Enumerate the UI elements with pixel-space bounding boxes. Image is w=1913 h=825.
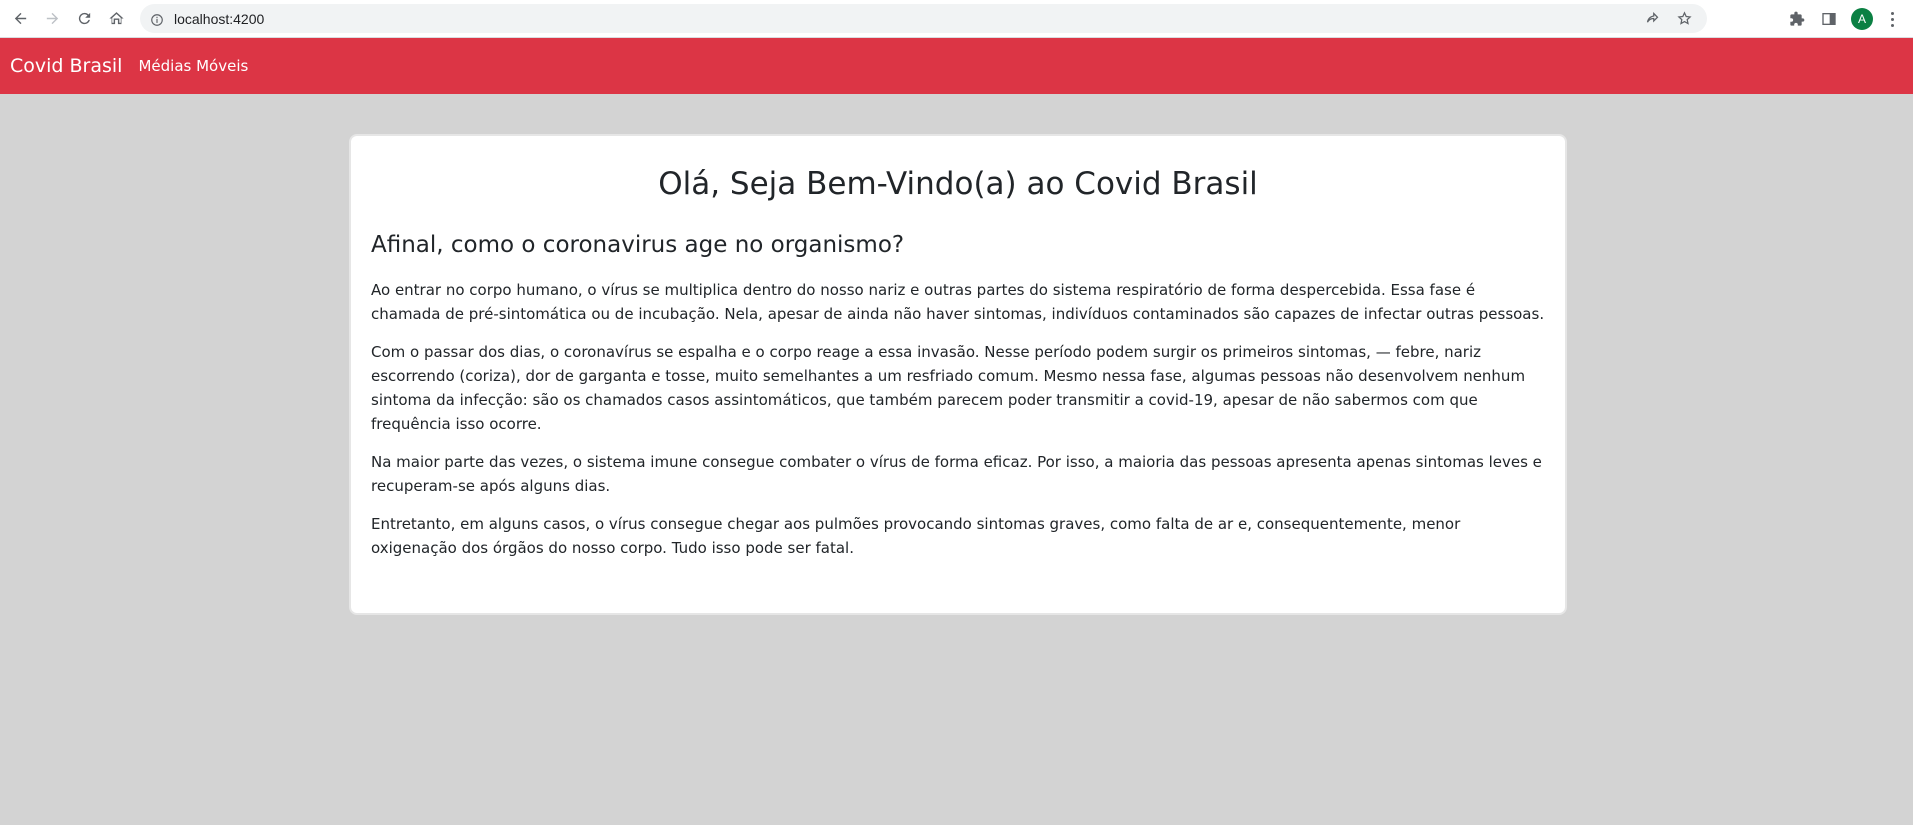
- paragraph-4: Entretanto, em alguns casos, o vírus con…: [371, 515, 1461, 557]
- home-icon[interactable]: [104, 7, 128, 31]
- browser-menu-icon[interactable]: [1885, 9, 1899, 29]
- bookmark-star-icon[interactable]: [1675, 9, 1693, 27]
- extensions-puzzle-icon[interactable]: [1787, 9, 1807, 29]
- page-title: Olá, Seja Bem-Vindo(a) ao Covid Brasil: [658, 166, 1258, 202]
- paragraph-1: Ao entrar no corpo humano, o vírus se mu…: [371, 281, 1545, 323]
- paragraph-2: Com o passar dos dias, o coronavírus se …: [371, 343, 1526, 433]
- paragraph-3: Na maior parte das vezes, o sistema imun…: [371, 453, 1542, 495]
- app-navbar: Covid Brasil Médias Móveis: [0, 38, 1913, 94]
- info-card: Olá, Seja Bem-Vindo(a) ao Covid Brasil A…: [349, 134, 1567, 615]
- share-icon[interactable]: [1643, 9, 1661, 27]
- side-panel-icon[interactable]: [1819, 9, 1839, 29]
- address-bar[interactable]: localhost:4200: [140, 4, 1707, 33]
- site-info-icon[interactable]: [150, 12, 164, 26]
- profile-avatar[interactable]: A: [1851, 8, 1873, 30]
- nav-link-medias-moveis[interactable]: Médias Móveis: [138, 57, 248, 75]
- reload-icon[interactable]: [72, 7, 96, 31]
- back-arrow-icon[interactable]: [8, 7, 32, 31]
- brand-link[interactable]: Covid Brasil: [10, 55, 122, 77]
- browser-toolbar: localhost:4200 A: [0, 0, 1913, 38]
- url-text[interactable]: localhost:4200: [174, 11, 264, 27]
- section-heading: Afinal, como o coronavirus age no organi…: [371, 232, 905, 258]
- forward-arrow-icon[interactable]: [40, 7, 64, 31]
